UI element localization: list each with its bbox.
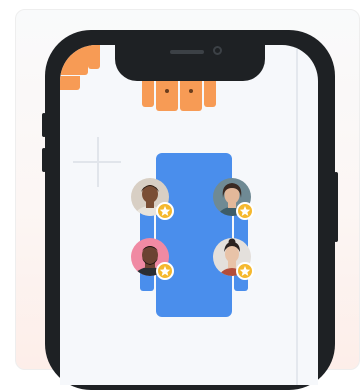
star-icon [159,206,171,216]
phone-notch [115,45,265,81]
phone-speaker [170,50,204,54]
orange-chip-dot [165,89,169,93]
star-icon [239,206,251,216]
plus-icon-vertical [97,137,99,187]
orange-block-top-left-2 [88,45,100,69]
phone-side-button-left-1 [42,113,46,137]
camera-icon [213,46,222,55]
star-badge-top-left [156,202,174,220]
star-icon [159,266,171,276]
orange-chip-dot [189,89,193,93]
screen-divider-line [296,45,298,385]
star-badge-top-right [236,202,254,220]
star-badge-bottom-right [236,262,254,280]
phone-screen [60,45,318,385]
orange-block-top-left [60,45,88,75]
phone-mockup [42,30,338,390]
blue-group-panel [156,153,232,317]
star-badge-bottom-left [156,262,174,280]
star-icon [239,266,251,276]
orange-block-top-left-3 [60,76,80,90]
phone-side-button-right [334,172,338,242]
phone-side-button-left-2 [42,148,46,172]
